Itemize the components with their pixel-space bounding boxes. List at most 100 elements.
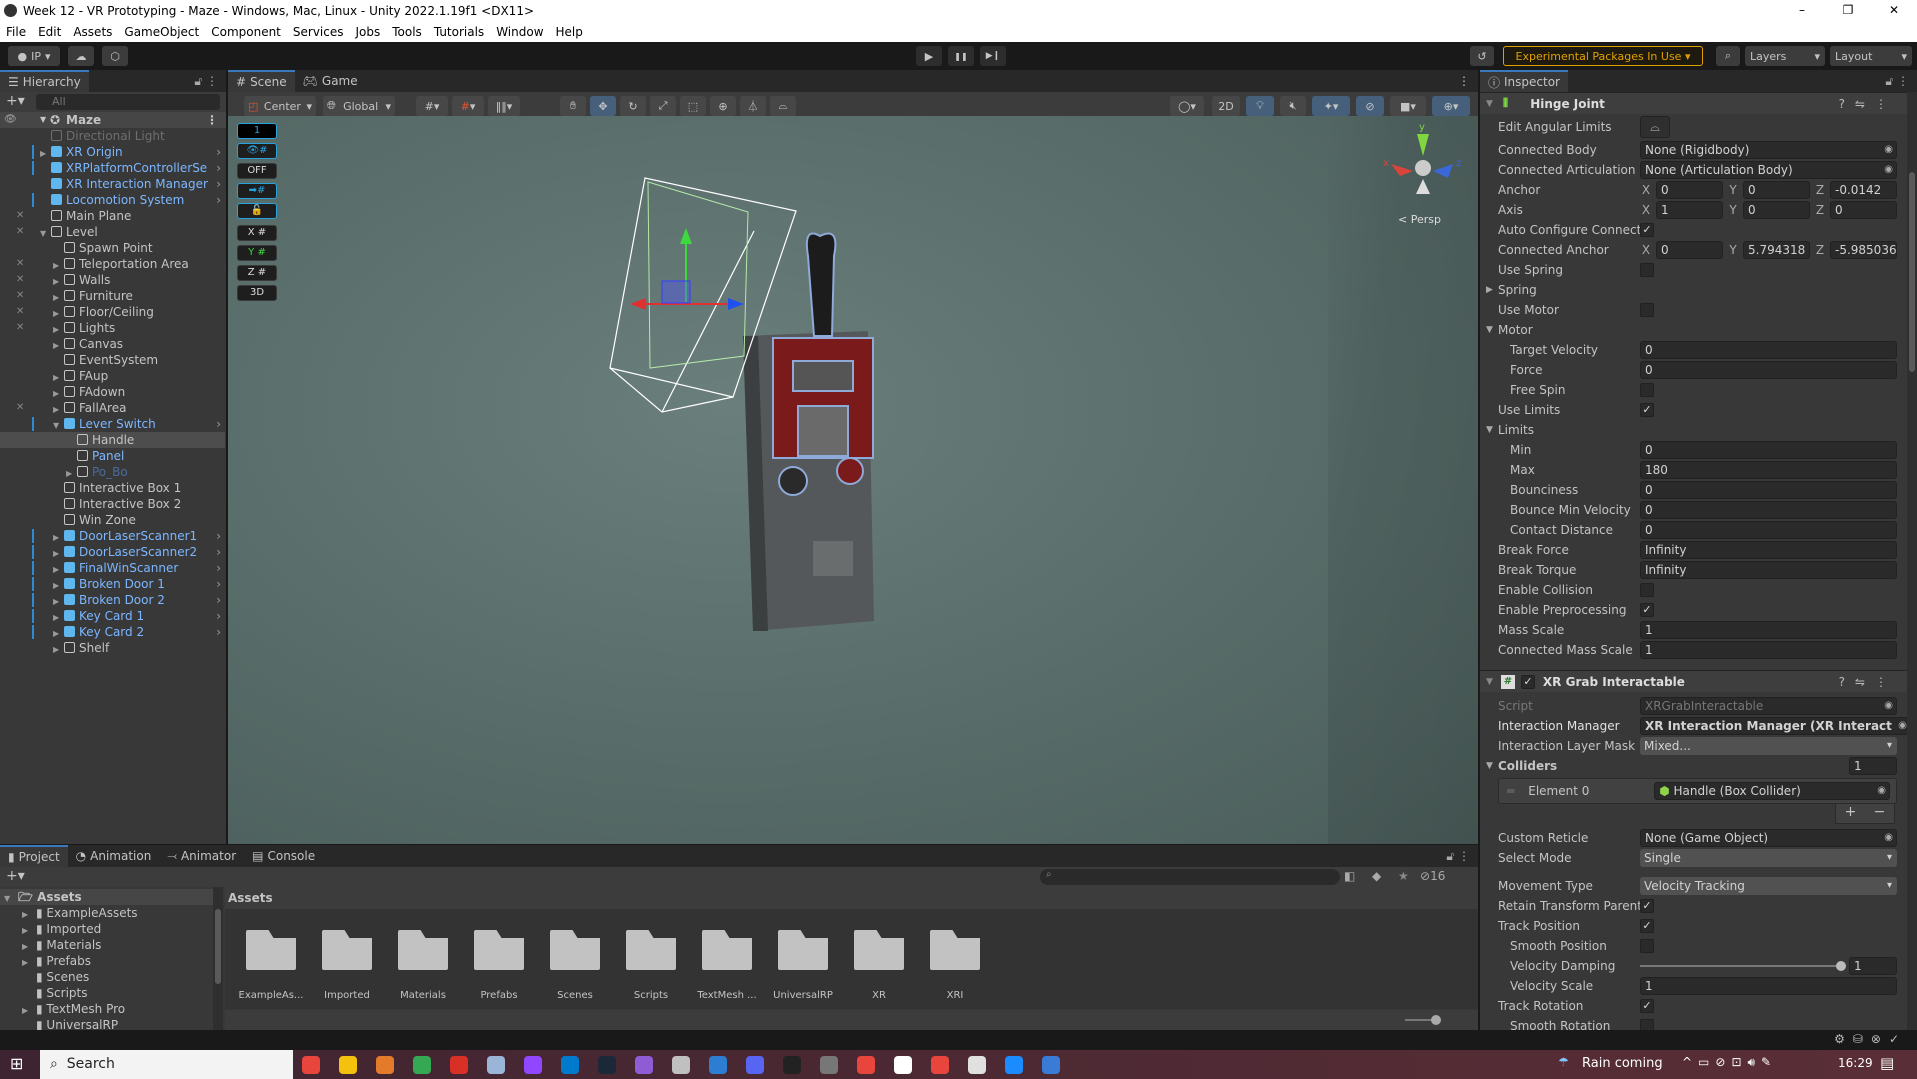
- open-prefab-arrow[interactable]: ›: [216, 592, 221, 608]
- hierarchy-item[interactable]: ✕ ▼ Level: [0, 224, 225, 240]
- move-tool-icon[interactable]: ✥: [590, 96, 616, 116]
- object-field[interactable]: None (Rigidbody): [1640, 141, 1897, 159]
- pickable-toggle-icon[interactable]: ✕: [16, 304, 24, 320]
- menu-window[interactable]: Window: [496, 25, 543, 39]
- asset-folder[interactable]: UniversalRP: [773, 930, 833, 1001]
- effects-dropdown-icon[interactable]: ✦▾: [1312, 96, 1350, 116]
- custom-tool-icon[interactable]: ⏃: [740, 96, 766, 116]
- tab-project[interactable]: ▮ Project: [0, 845, 68, 867]
- collapse-arrow-icon[interactable]: ▶: [53, 290, 64, 304]
- layers-dropdown[interactable]: Layers ▾: [1745, 46, 1825, 66]
- project-search-input[interactable]: ⌕: [1040, 869, 1340, 885]
- scene-menu-icon[interactable]: ⋮: [1458, 74, 1470, 88]
- open-prefab-arrow[interactable]: ›: [216, 528, 221, 544]
- hierarchy-item[interactable]: ▶ XR Origin ›: [0, 144, 225, 160]
- cloud-icon[interactable]: ☁: [68, 46, 94, 66]
- open-prefab-arrow[interactable]: ›: [216, 192, 221, 208]
- checkbox[interactable]: [1640, 263, 1654, 277]
- checkbox[interactable]: ✓: [1640, 999, 1654, 1013]
- open-prefab-arrow[interactable]: ›: [216, 624, 221, 640]
- taskbar-app-icon[interactable]: [968, 1056, 986, 1074]
- text-input[interactable]: 0: [1640, 361, 1897, 379]
- pickable-toggle-icon[interactable]: ✕: [16, 320, 24, 336]
- hierarchy-item[interactable]: ▶ FAdown: [0, 384, 225, 400]
- taskbar-app-icon[interactable]: [598, 1056, 616, 1074]
- component-header-icons[interactable]: ?⇋⋮: [1839, 675, 1897, 689]
- ruler-button[interactable]: ‖‖▾: [488, 96, 520, 116]
- hidden-objects-icon[interactable]: ⊘: [1356, 96, 1384, 116]
- menu-gameobject[interactable]: GameObject: [124, 25, 199, 39]
- vector-y-input[interactable]: 5.794318: [1743, 241, 1810, 259]
- scale-tool-icon[interactable]: ⤢: [650, 96, 676, 116]
- collapse-arrow-icon[interactable]: ▶: [53, 402, 64, 416]
- taskbar-app-icon[interactable]: [561, 1056, 579, 1074]
- pickable-toggle-icon[interactable]: ✕: [16, 224, 24, 240]
- tab-animator[interactable]: ⤙ Animator: [159, 845, 244, 867]
- checkbox[interactable]: [1640, 583, 1654, 597]
- hierarchy-item[interactable]: ▶ Broken Door 2 ›: [0, 592, 225, 608]
- open-prefab-arrow[interactable]: ›: [216, 416, 221, 432]
- tab-console[interactable]: ▤ Console: [244, 845, 323, 867]
- hierarchy-item[interactable]: ✕ Main Plane: [0, 208, 225, 224]
- collapse-arrow-icon[interactable]: ▶: [53, 370, 64, 384]
- hierarchy-item[interactable]: XR Interaction Manager ›: [0, 176, 225, 192]
- history-icon[interactable]: ↺: [1470, 46, 1494, 66]
- foldout-collapsed-icon[interactable]: ▶: [1486, 285, 1493, 295]
- collapse-arrow-icon[interactable]: ▶: [66, 466, 77, 480]
- project-folder-prefabs[interactable]: ▶ ▮ Prefabs: [0, 953, 213, 969]
- collapse-arrow-icon[interactable]: ▶: [40, 146, 51, 160]
- vector-x-input[interactable]: 1: [1656, 201, 1723, 219]
- taskbar-app-icon[interactable]: [709, 1056, 727, 1074]
- pickable-toggle-icon[interactable]: ✕: [16, 208, 24, 224]
- vector-x-input[interactable]: 0: [1656, 181, 1723, 199]
- hierarchy-item[interactable]: ▶ Shelf: [0, 640, 225, 656]
- menu-services[interactable]: Services: [293, 25, 344, 39]
- scrollbar-thumb[interactable]: [215, 909, 221, 984]
- taskbar-app-icon[interactable]: [894, 1056, 912, 1074]
- asset-folder[interactable]: TextMesh ...: [697, 930, 757, 1001]
- hierarchy-item[interactable]: ✕ ▶ Teleportation Area: [0, 256, 225, 272]
- vector-z-input[interactable]: 0: [1830, 201, 1897, 219]
- pause-button[interactable]: ❚❚: [948, 46, 974, 66]
- hierarchy-search-input[interactable]: All: [36, 94, 220, 110]
- gizmo-z-axis[interactable]: [1433, 164, 1453, 178]
- step-button[interactable]: ▶❙: [980, 46, 1006, 66]
- add-element-button[interactable]: +: [1845, 804, 1857, 823]
- hierarchy-item[interactable]: Locomotion System ›: [0, 192, 225, 208]
- hierarchy-item[interactable]: ✕ ▶ Furniture: [0, 288, 225, 304]
- lock-icon[interactable]: 🔓︎ ⋮: [1885, 74, 1909, 89]
- weather-text[interactable]: Rain coming: [1582, 1056, 1663, 1071]
- tab-scene[interactable]: # Scene: [228, 70, 295, 92]
- hinge-joint-header[interactable]: ▼ ⦀ Hinge Joint ?⇋⋮: [1480, 92, 1907, 114]
- collapse-arrow-icon[interactable]: ▶: [53, 386, 64, 400]
- perspective-label[interactable]: < Persp: [1398, 213, 1441, 226]
- grid-snap-button[interactable]: #▾: [416, 96, 448, 116]
- filter-type-icon[interactable]: ◧: [1344, 869, 1355, 883]
- minimize-button[interactable]: –: [1779, 0, 1825, 21]
- menu-tutorials[interactable]: Tutorials: [434, 25, 484, 39]
- vector-x-input[interactable]: 0: [1656, 241, 1723, 259]
- pivot-center-dropdown[interactable]: ◰ Center ▾: [244, 96, 316, 116]
- visibility-icon[interactable]: 👁: [4, 112, 17, 128]
- hierarchy-item[interactable]: EventSystem: [0, 352, 225, 368]
- gizmo-y-axis[interactable]: [1417, 134, 1429, 156]
- vector-z-input[interactable]: -5.985036: [1830, 241, 1897, 259]
- toggle-2d-button[interactable]: 2D: [1212, 96, 1240, 116]
- asset-folder[interactable]: ExampleAs...: [239, 930, 303, 1001]
- gizmo-neg-y-axis[interactable]: [1416, 179, 1430, 194]
- collapse-arrow-icon[interactable]: ▶: [53, 594, 64, 608]
- collapse-arrow-icon[interactable]: ▶: [53, 258, 64, 272]
- windows-start-icon[interactable]: ⊞: [10, 1054, 23, 1073]
- collapse-arrow-icon[interactable]: ▶: [53, 530, 64, 544]
- asset-folder[interactable]: Scripts: [626, 930, 676, 1001]
- scene-menu-icon[interactable]: ⋮: [206, 112, 218, 128]
- pickable-toggle-icon[interactable]: ✕: [16, 256, 24, 272]
- hierarchy-item[interactable]: Interactive Box 2: [0, 496, 225, 512]
- text-input[interactable]: 0: [1640, 521, 1897, 539]
- hierarchy-item[interactable]: ▶ Po_Bo: [0, 464, 225, 480]
- taskbar-app-icon[interactable]: [931, 1056, 949, 1074]
- checkbox[interactable]: [1640, 303, 1654, 317]
- hierarchy-item[interactable]: Directional Light: [0, 128, 225, 144]
- camera-dropdown-icon[interactable]: ■▾: [1390, 96, 1426, 116]
- drag-handle-icon[interactable]: ═: [1507, 784, 1514, 798]
